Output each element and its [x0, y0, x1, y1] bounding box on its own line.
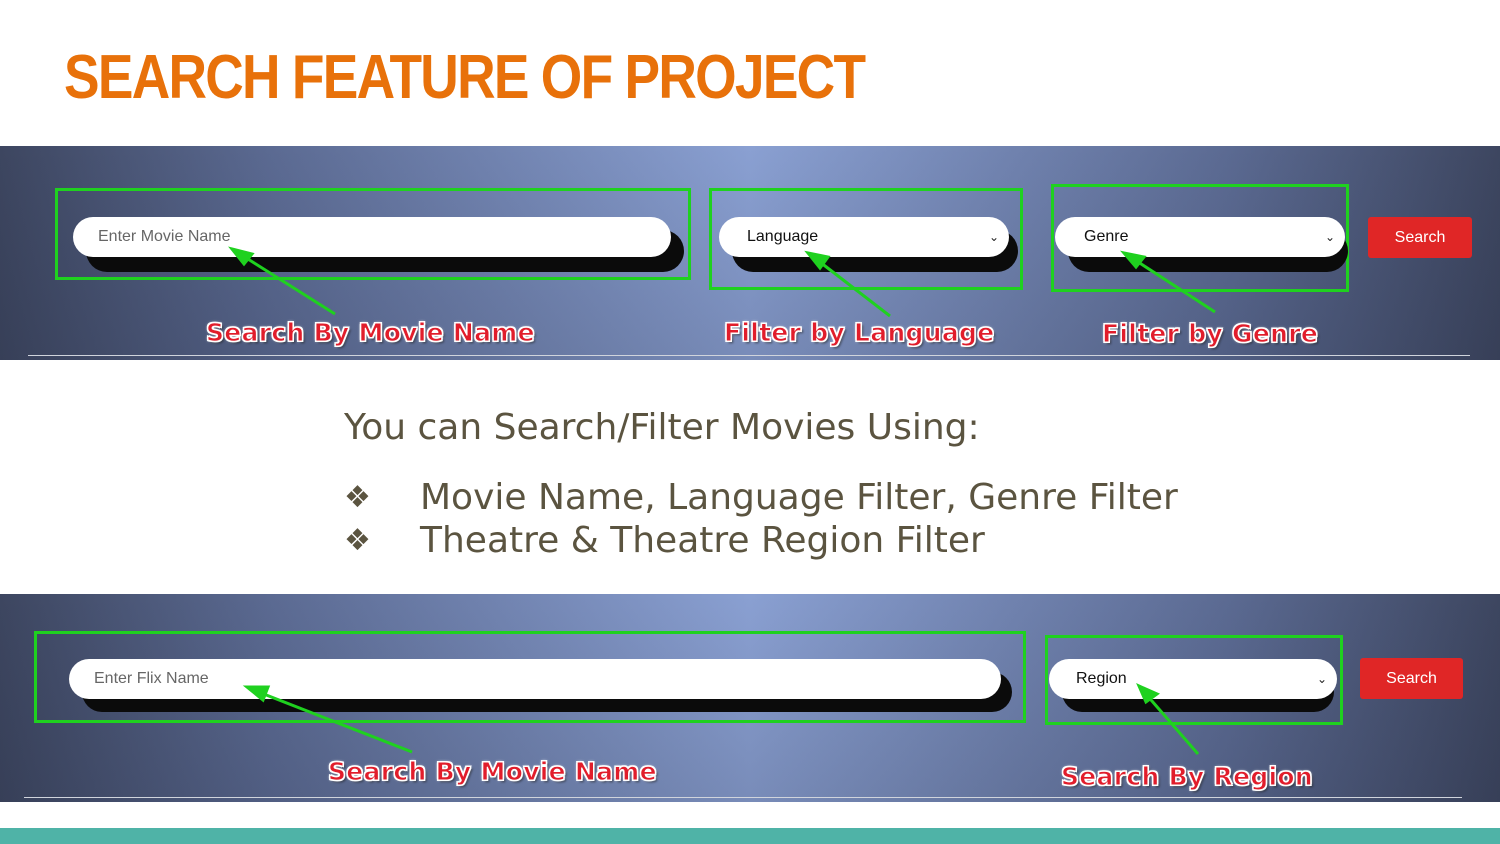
arrow-line: [1131, 256, 1216, 314]
arrow-head: [1136, 683, 1160, 705]
description-intro: You can Search/Filter Movies Using:: [344, 407, 980, 448]
arrow-line: [815, 257, 891, 318]
search-banner-bottom: Enter Flix Name Region ⌄ Search Search B…: [0, 594, 1500, 802]
annotation-filter-by-genre: Filter by Genre: [1101, 319, 1319, 349]
diamond-cluster-icon: ❖: [344, 480, 371, 515]
annotation-search-by-movie-name: Search By Movie Name: [206, 318, 536, 348]
bullet-item: ❖ Movie Name, Language Filter, Genre Fil…: [344, 477, 1178, 518]
divider-line: [28, 355, 1470, 356]
footer-accent-bar: [0, 828, 1500, 844]
bullet-text: Movie Name, Language Filter, Genre Filte…: [420, 477, 1178, 518]
annotation-search-by-region: Search By Region: [1061, 762, 1314, 792]
arrow-line: [1143, 692, 1200, 755]
arrow-line: [255, 689, 413, 754]
bullet-text: Theatre & Theatre Region Filter: [420, 520, 985, 561]
bullet-item: ❖ Theatre & Theatre Region Filter: [344, 520, 985, 561]
arrow-head: [228, 246, 255, 267]
search-banner-top: Enter Movie Name Language ⌄ Genre ⌄ Sear…: [0, 146, 1500, 360]
divider-line: [24, 797, 1462, 798]
diamond-cluster-icon: ❖: [344, 523, 371, 558]
annotation-search-by-movie-name: Search By Movie Name: [328, 757, 658, 787]
arrow-line: [239, 252, 336, 316]
annotation-filter-by-language: Filter by Language: [723, 318, 995, 348]
arrow-head: [242, 685, 271, 703]
slide-title: SEARCH FEATURE OF PROJECT: [64, 43, 866, 112]
